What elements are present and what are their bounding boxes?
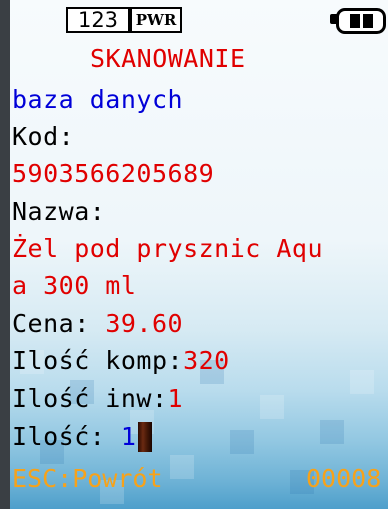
inventory-qty-value: 1	[167, 384, 184, 413]
record-counter: 00008	[306, 464, 382, 493]
device-frame: 123 PWR SKANOWANIE baza danych Kod: 5903…	[0, 0, 388, 509]
qty-input[interactable]: 1	[121, 422, 137, 451]
text-cursor	[138, 422, 153, 452]
price-label: Cena:	[12, 309, 106, 338]
computed-qty-value: 320	[183, 346, 230, 375]
qty-label: Ilość:	[12, 422, 121, 451]
battery-cell	[350, 14, 360, 28]
computed-qty-label: Ilość komp:	[12, 346, 184, 375]
screen-title: SKANOWANIE	[90, 44, 246, 73]
name-value-line1: Żel pod prysznic Aqu	[12, 234, 324, 263]
computed-qty-row: Ilość komp:320	[12, 346, 230, 376]
bg-tile	[230, 430, 254, 454]
code-value: 5903566205689	[12, 159, 215, 188]
price-row: Cena: 39.60	[12, 309, 183, 339]
price-value: 39.60	[105, 309, 184, 338]
bg-tile	[260, 395, 284, 419]
inventory-qty-label: Ilość inw:	[12, 384, 168, 413]
power-indicator: PWR	[130, 7, 182, 33]
esc-back-button[interactable]: ESC:Powrót	[12, 462, 163, 496]
code-label: Kod:	[12, 122, 75, 151]
inventory-qty-row: Ilość inw:1	[12, 384, 183, 414]
data-source-label: baza danych	[12, 85, 184, 114]
footer-bar: ESC:Powrót 00008	[10, 462, 388, 496]
input-mode-indicator: 123	[66, 7, 130, 33]
name-label: Nazwa:	[12, 197, 106, 226]
bg-tile	[350, 370, 374, 394]
qty-input-row[interactable]: Ilość: 1	[12, 422, 153, 452]
terminal-screen: 123 PWR SKANOWANIE baza danych Kod: 5903…	[10, 0, 388, 509]
bg-tile	[320, 420, 344, 444]
battery-icon	[336, 8, 386, 34]
name-value-line2: a 300 ml	[12, 271, 137, 300]
battery-cell	[363, 14, 373, 28]
